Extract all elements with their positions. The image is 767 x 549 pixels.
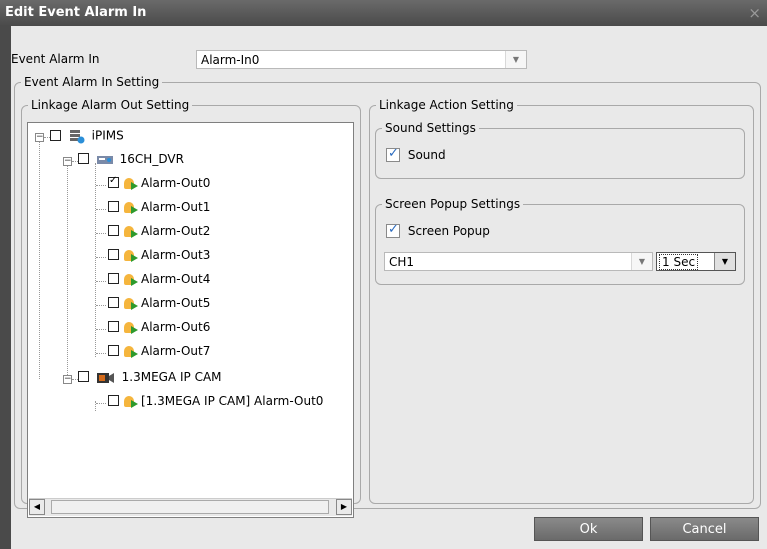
tree-connector [67, 161, 68, 379]
chevron-down-icon[interactable]: ▼ [631, 253, 652, 270]
event-alarm-in-label: Event Alarm In [11, 52, 100, 66]
screen-popup-settings-legend: Screen Popup Settings [385, 197, 521, 211]
root-label: iPIMS [91, 128, 124, 143]
tree-node-dvr[interactable]: 16CH_DVR [78, 152, 184, 172]
alarm-bell-icon [123, 177, 138, 191]
alarm-bell-icon [123, 321, 138, 335]
alarm-bell-icon [123, 249, 138, 263]
tree-node-output[interactable]: [1.3MEGA IP CAM] Alarm-Out0 [108, 394, 323, 414]
channel-select[interactable]: CH1 ▼ [384, 252, 653, 271]
title-bar: Edit Event Alarm In × [0, 0, 767, 26]
tree-connector [96, 305, 106, 306]
scrollbar-thumb[interactable] [51, 500, 329, 514]
channel-value: CH1 [389, 255, 415, 269]
sound-settings-legend: Sound Settings [385, 121, 476, 135]
camera-icon [96, 372, 114, 383]
tree-connector [96, 281, 106, 282]
event-alarm-in-setting-legend: Event Alarm In Setting [24, 75, 160, 89]
collapse-icon[interactable]: − [35, 133, 44, 142]
camera-checkbox[interactable] [78, 371, 89, 382]
tree-connector [96, 233, 106, 234]
dialog-title: Edit Event Alarm In [5, 5, 147, 20]
output-label: Alarm-Out3 [141, 248, 211, 262]
root-checkbox[interactable] [50, 129, 61, 141]
tree-connector [96, 329, 106, 330]
camera-label: 1.3MEGA IP CAM [121, 370, 222, 384]
output-label: Alarm-Out0 [141, 176, 211, 190]
tree-node-output[interactable]: Alarm-Out1 [108, 200, 210, 220]
tree-connector [96, 353, 106, 354]
output-checkbox[interactable] [108, 321, 119, 332]
output-label: Alarm-Out4 [141, 272, 211, 286]
output-label: Alarm-Out6 [141, 320, 211, 334]
output-checkbox[interactable] [108, 297, 119, 308]
tree-node-output[interactable]: Alarm-Out0 [108, 175, 211, 196]
chevron-down-icon[interactable]: ▼ [714, 253, 735, 270]
output-checkbox[interactable] [108, 201, 119, 212]
collapse-icon[interactable]: − [63, 375, 72, 384]
dialog-body: Event Alarm In Alarm-In0 ▼ Event Alarm I… [11, 26, 767, 549]
screen-popup-checkbox[interactable] [386, 222, 400, 238]
ok-button[interactable]: Ok [534, 517, 643, 541]
duration-value: 1 Sec [659, 254, 699, 270]
output-checkbox[interactable] [108, 273, 119, 284]
tree-node-output[interactable]: Alarm-Out2 [108, 224, 210, 244]
dvr-checkbox[interactable] [78, 153, 89, 164]
output-label: Alarm-Out1 [141, 200, 211, 214]
collapse-icon[interactable]: − [63, 157, 72, 166]
server-icon [69, 130, 85, 144]
output-checkbox[interactable] [108, 225, 119, 236]
alarm-bell-icon [123, 345, 138, 359]
edit-event-alarm-dialog: Edit Event Alarm In × Event Alarm In Ala… [0, 0, 767, 549]
linkage-alarm-out-legend: Linkage Alarm Out Setting [31, 98, 190, 112]
sound-label: Sound [407, 148, 446, 162]
chevron-down-icon[interactable]: ▼ [505, 51, 526, 68]
tree-node-output[interactable]: Alarm-Out3 [108, 248, 210, 268]
event-alarm-in-select[interactable]: Alarm-In0 ▼ [196, 50, 527, 69]
alarm-bell-icon [123, 297, 138, 311]
alarm-bell-icon [123, 225, 138, 239]
scroll-right-icon[interactable]: ▶ [336, 499, 352, 515]
horizontal-scrollbar[interactable]: ◀ ▶ [29, 498, 352, 516]
linkage-action-legend: Linkage Action Setting [379, 98, 514, 112]
tree-connector [96, 209, 106, 210]
scroll-left-icon[interactable]: ◀ [29, 499, 45, 515]
sound-checkbox-row[interactable]: Sound [386, 146, 446, 163]
dvr-label: 16CH_DVR [119, 152, 184, 166]
dvr-icon [96, 155, 113, 164]
tree-connector [95, 163, 96, 357]
tree-connector [39, 137, 40, 379]
screen-popup-settings-group: Screen Popup Settings [375, 198, 745, 285]
alarm-bell-icon [123, 395, 138, 409]
output-label: Alarm-Out5 [141, 296, 211, 310]
screen-popup-label: Screen Popup [407, 224, 490, 238]
output-checkbox[interactable] [108, 395, 119, 406]
alarm-bell-icon [123, 273, 138, 287]
tree-node-output[interactable]: Alarm-Out4 [108, 272, 210, 292]
output-checkbox[interactable] [108, 175, 119, 188]
output-label: Alarm-Out2 [141, 224, 211, 238]
alarm-out-tree[interactable]: − iPIMS − 16CH_DVR ✓Alarm-Out0 Alarm-Out… [27, 122, 354, 518]
close-icon[interactable]: × [748, 0, 761, 26]
tree-node-camera[interactable]: 1.3MEGA IP CAM [78, 370, 222, 390]
output-label: Alarm-Out7 [141, 344, 211, 358]
alarm-bell-icon [123, 201, 138, 215]
tree-node-output[interactable]: Alarm-Out5 [108, 296, 210, 316]
tree-node-output[interactable]: Alarm-Out6 [108, 320, 210, 340]
tree-connector [96, 403, 106, 404]
tree-connector [96, 185, 106, 186]
screen-popup-checkbox-row[interactable]: Screen Popup [386, 222, 490, 239]
cancel-button[interactable]: Cancel [650, 517, 759, 541]
sound-checkbox[interactable] [386, 146, 400, 162]
duration-select[interactable]: 1 Sec ▼ [656, 252, 736, 271]
tree-node-root[interactable]: iPIMS [50, 128, 124, 148]
tree-connector [96, 257, 106, 258]
output-checkbox[interactable] [108, 345, 119, 356]
event-alarm-in-value: Alarm-In0 [201, 53, 260, 67]
output-label: [1.3MEGA IP CAM] Alarm-Out0 [141, 394, 324, 408]
output-checkbox[interactable] [108, 249, 119, 260]
tree-node-output[interactable]: Alarm-Out7 [108, 344, 210, 364]
